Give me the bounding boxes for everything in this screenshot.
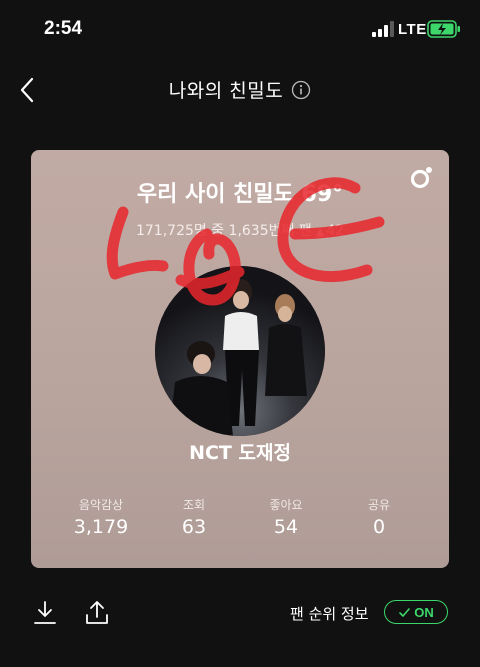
share-button[interactable]: [82, 598, 112, 628]
intimacy-title: 우리 사이 친밀도 69°: [136, 182, 344, 207]
rank-change-value: 42: [326, 223, 345, 239]
page-title: 나와의 친밀도: [0, 76, 480, 103]
share-icon: [86, 601, 108, 624]
stat-label: 공유: [367, 498, 391, 512]
fan-rank-info-label: 팬 순위 정보: [290, 605, 369, 623]
battery-charging-icon: [427, 20, 460, 38]
intimacy-card: 우리 사이 친밀도 69° 171,725명 중 1,635번째 팬▲42: [31, 150, 449, 568]
stat-music-listens: 음악감상 3,179: [51, 496, 151, 538]
stat-value: 0: [372, 516, 386, 538]
stat-views: 조회 63: [144, 496, 244, 538]
artist-avatar: [155, 266, 325, 436]
fan-rank-subtitle: 171,725명 중 1,635번째 팬 ▲ 42: [31, 220, 449, 240]
signal-icon: [372, 21, 394, 37]
status-bar: 2:54 LTE: [0, 0, 480, 62]
artist-name: NCT 도재정: [189, 442, 291, 464]
artist-photo: [155, 266, 325, 436]
stat-value: 63: [181, 516, 207, 538]
stat-value: 54: [273, 516, 299, 538]
stat-likes: 좋아요 54: [236, 496, 336, 538]
info-icon[interactable]: [291, 80, 311, 100]
stat-shares: 공유 0: [329, 496, 429, 538]
network-label: LTE: [398, 21, 427, 38]
rank-up-icon: ▲: [315, 225, 325, 238]
check-icon: [399, 607, 411, 617]
stat-label: 음악감상: [78, 498, 124, 512]
page-title-text: 나와의 친밀도: [168, 80, 284, 102]
download-button[interactable]: [30, 598, 60, 628]
stat-label: 조회: [182, 498, 206, 512]
download-icon: [34, 601, 56, 624]
toggle-label: ON: [414, 604, 434, 620]
fan-rank-toggle[interactable]: ON: [384, 600, 448, 624]
fan-rank-text: 171,725명 중 1,635번째 팬: [135, 223, 312, 239]
bottom-bar: 팬 순위 정보 ON: [0, 590, 480, 640]
header: 나와의 친밀도: [0, 62, 480, 118]
stat-value: 3,179: [73, 516, 129, 538]
stat-label: 좋아요: [269, 498, 303, 512]
status-time: 2:54: [44, 18, 83, 39]
